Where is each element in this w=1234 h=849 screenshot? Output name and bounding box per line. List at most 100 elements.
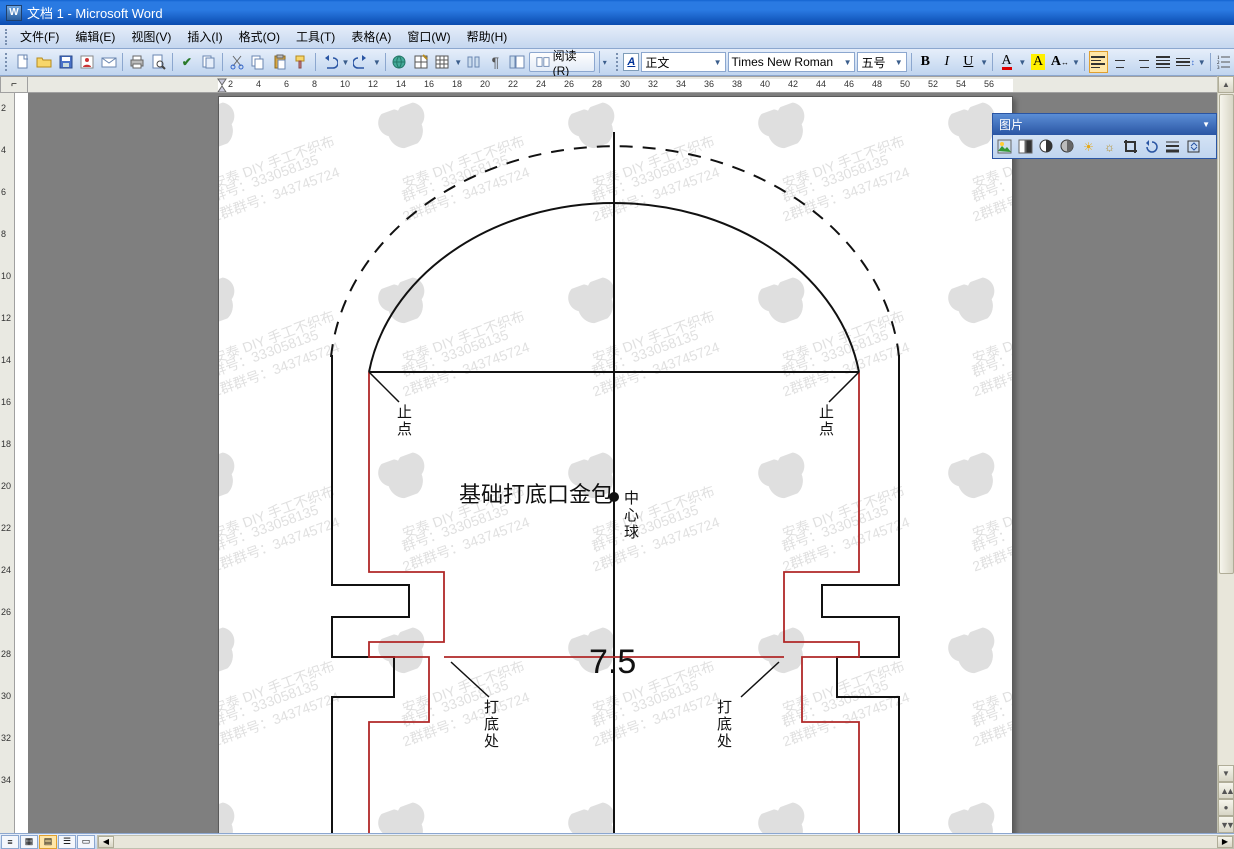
reading-view-button[interactable]: ▭ bbox=[77, 835, 95, 849]
columns-button[interactable] bbox=[464, 51, 484, 73]
font-size-combo[interactable]: 五号▼ bbox=[857, 52, 906, 72]
cut-button[interactable] bbox=[227, 51, 247, 73]
menu-table[interactable]: 表格(A) bbox=[343, 25, 399, 48]
scroll-left-button[interactable]: ◀ bbox=[98, 836, 114, 848]
less-contrast-button[interactable] bbox=[1058, 137, 1077, 156]
toolbar-sep bbox=[1084, 53, 1085, 71]
font-color-button[interactable]: A bbox=[997, 51, 1017, 73]
permission-button[interactable] bbox=[77, 51, 97, 73]
highlight-button[interactable]: A bbox=[1028, 51, 1048, 73]
scroll-down-button[interactable]: ▼ bbox=[1218, 765, 1234, 782]
menu-insert[interactable]: 插入(I) bbox=[179, 25, 230, 48]
redo-button[interactable] bbox=[351, 51, 371, 73]
mail-button[interactable] bbox=[99, 51, 119, 73]
reading-layout-button[interactable]: 阅读(R) bbox=[529, 52, 595, 72]
insert-table-button[interactable] bbox=[433, 51, 453, 73]
toolbar-grip[interactable] bbox=[5, 53, 9, 71]
undo-button[interactable] bbox=[320, 51, 340, 73]
align-justify-button[interactable] bbox=[1153, 51, 1173, 73]
menu-file[interactable]: 文件(F) bbox=[12, 25, 67, 48]
redo-dropdown[interactable]: ▼ bbox=[373, 58, 381, 67]
menu-window[interactable]: 窗口(W) bbox=[399, 25, 458, 48]
align-center-button[interactable] bbox=[1110, 51, 1130, 73]
menubar-grip[interactable] bbox=[5, 29, 9, 45]
vertical-ruler[interactable]: 246810121416182022242628303234 bbox=[0, 93, 28, 833]
align-left-button[interactable] bbox=[1089, 51, 1109, 73]
font-combo[interactable]: Times New Roman▼ bbox=[728, 52, 856, 72]
hruler-tick: 2 bbox=[228, 79, 233, 89]
pattern-diagram[interactable]: 7.5 基础打底口金包 中 心 球 止 点 止 点 打 底 处 打 底 处 bbox=[219, 97, 1014, 833]
normal-view-button[interactable]: ≡ bbox=[1, 835, 19, 849]
web-layout-view-button[interactable]: ▦ bbox=[20, 835, 38, 849]
spelling-button[interactable]: ✔ bbox=[177, 51, 197, 73]
formatting-grip[interactable] bbox=[616, 53, 620, 71]
new-doc-button[interactable] bbox=[13, 51, 33, 73]
toolbar-sep bbox=[122, 53, 123, 71]
vruler-tick: 28 bbox=[1, 649, 11, 659]
bold-button[interactable]: B bbox=[916, 51, 936, 73]
tables-borders-button[interactable] bbox=[411, 51, 431, 73]
paste-button[interactable] bbox=[270, 51, 290, 73]
char-scaling-dropdown[interactable]: ▼ bbox=[1072, 58, 1080, 67]
format-painter-button[interactable] bbox=[292, 51, 312, 73]
menu-format[interactable]: 格式(O) bbox=[231, 25, 288, 48]
underline-dropdown[interactable]: ▼ bbox=[980, 58, 988, 67]
picture-toolbar-title[interactable]: 图片 ▼ bbox=[993, 114, 1216, 135]
status-view-bar: ≡ ▦ ▤ ☰ ▭ ◀ ▶ bbox=[0, 833, 1234, 849]
next-page-button[interactable]: ▼▼ bbox=[1218, 816, 1234, 833]
scroll-thumb[interactable] bbox=[1219, 94, 1234, 574]
save-button[interactable] bbox=[56, 51, 76, 73]
line-spacing-button[interactable]: ↕ bbox=[1175, 51, 1196, 73]
more-contrast-button[interactable] bbox=[1037, 137, 1056, 156]
show-marks-button[interactable]: ¶ bbox=[486, 51, 506, 73]
font-color-dropdown[interactable]: ▼ bbox=[1018, 58, 1026, 67]
vertical-scrollbar[interactable]: ▲ ▼ ▲▲ ● ▼▼ bbox=[1217, 76, 1234, 833]
print-preview-button[interactable] bbox=[149, 51, 169, 73]
open-button[interactable] bbox=[34, 51, 54, 73]
outline-view-button[interactable]: ☰ bbox=[58, 835, 76, 849]
picture-toolbar[interactable]: 图片 ▼ ☀ ☼ bbox=[992, 113, 1217, 159]
menu-edit[interactable]: 编辑(E) bbox=[67, 25, 123, 48]
research-button[interactable] bbox=[199, 51, 219, 73]
svg-text:止: 止 bbox=[397, 404, 412, 421]
rotate-left-button[interactable] bbox=[1142, 137, 1161, 156]
ruler-corner-tab-selector[interactable]: ⌐ bbox=[0, 76, 28, 93]
char-scaling-button[interactable]: A↔ bbox=[1050, 51, 1070, 73]
toolbar-sep bbox=[992, 53, 993, 71]
style-combo[interactable]: 正文▼ bbox=[641, 52, 725, 72]
undo-dropdown[interactable]: ▼ bbox=[341, 58, 349, 67]
color-button[interactable] bbox=[1016, 137, 1035, 156]
more-brightness-button[interactable]: ☀ bbox=[1079, 137, 1098, 156]
style-pane-icon[interactable]: A bbox=[623, 53, 639, 71]
svg-text:处: 处 bbox=[484, 733, 499, 750]
line-style-button[interactable] bbox=[1163, 137, 1182, 156]
menu-help[interactable]: 帮助(H) bbox=[459, 25, 516, 48]
underline-button[interactable]: U bbox=[959, 51, 979, 73]
crop-button[interactable] bbox=[1121, 137, 1140, 156]
insert-table-dropdown[interactable]: ▼ bbox=[454, 58, 462, 67]
print-layout-view-button[interactable]: ▤ bbox=[39, 835, 57, 849]
align-right-button[interactable] bbox=[1132, 51, 1152, 73]
reading-label: 阅读(R) bbox=[553, 47, 588, 78]
document-page[interactable]: 安泰 DIY 手工不织布群号：3330581352群群号：343745724安泰… bbox=[218, 96, 1013, 833]
copy-button[interactable] bbox=[249, 51, 269, 73]
scroll-up-button[interactable]: ▲ bbox=[1218, 76, 1234, 93]
select-browse-object-button[interactable]: ● bbox=[1218, 799, 1234, 816]
menu-tools[interactable]: 工具(T) bbox=[288, 25, 343, 48]
print-button[interactable] bbox=[127, 51, 147, 73]
scroll-right-button[interactable]: ▶ bbox=[1217, 836, 1233, 848]
standard-toolbar-overflow[interactable]: ▾ bbox=[599, 51, 610, 73]
horizontal-scrollbar[interactable]: ◀ ▶ bbox=[97, 835, 1234, 849]
insert-picture-button[interactable] bbox=[995, 137, 1014, 156]
italic-button[interactable]: I bbox=[937, 51, 957, 73]
diagram-title: 基础打底口金包 bbox=[459, 482, 613, 507]
horizontal-ruler[interactable]: 2468101214161820222426283032343638404244… bbox=[28, 76, 1217, 93]
compress-button[interactable] bbox=[1184, 137, 1203, 156]
doc-map-button[interactable] bbox=[507, 51, 527, 73]
hyperlink-button[interactable] bbox=[390, 51, 410, 73]
less-brightness-button[interactable]: ☼ bbox=[1100, 137, 1119, 156]
line-spacing-dropdown[interactable]: ▼ bbox=[1198, 58, 1206, 67]
previous-page-button[interactable]: ▲▲ bbox=[1218, 782, 1234, 799]
menu-view[interactable]: 视图(V) bbox=[123, 25, 179, 48]
numbering-button[interactable]: 123 bbox=[1215, 51, 1234, 73]
